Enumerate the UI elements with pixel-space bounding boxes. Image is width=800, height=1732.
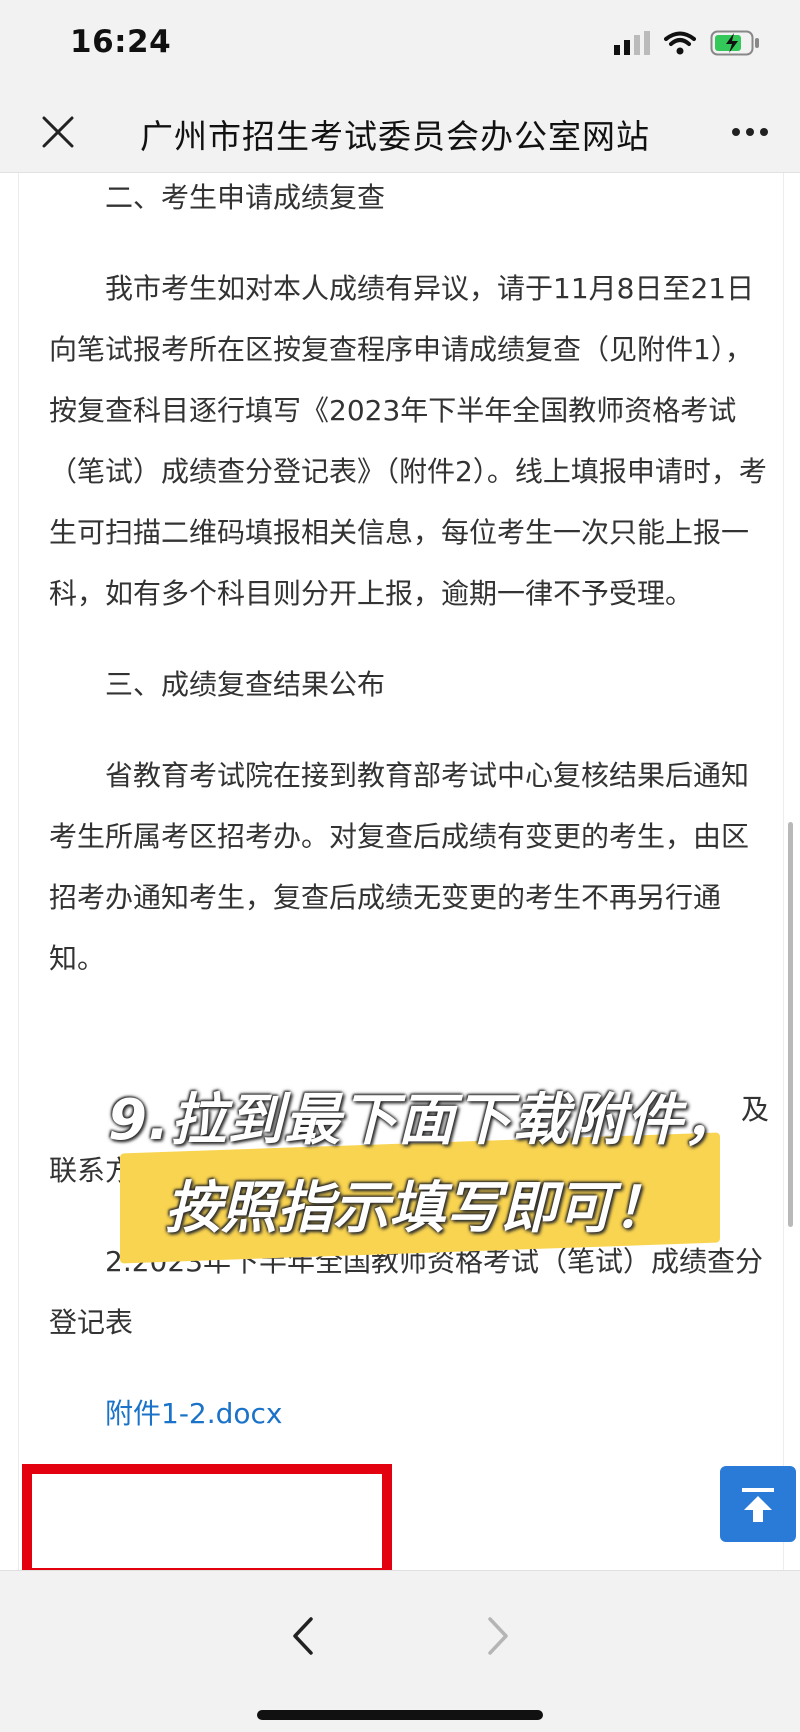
more-button[interactable] xyxy=(728,114,772,150)
section2-heading: 二、考生申请成绩复查 xyxy=(105,181,386,214)
attachment-link-row: 附件1-2.docx xyxy=(49,1383,769,1444)
chevron-right-icon xyxy=(488,1617,508,1655)
section3-heading: 三、成绩复查结果公布 xyxy=(105,668,386,701)
overlay-caption-line2: 按照指示填写即可！ xyxy=(165,1176,669,1241)
status-bar: 16:24 xyxy=(0,0,800,92)
close-button[interactable] xyxy=(36,110,80,154)
back-to-top-button[interactable] xyxy=(720,1466,796,1542)
arrow-up-to-line-icon xyxy=(742,1488,774,1522)
article-content: 二、考生申请成绩复查 我市考生如对本人成绩有异议，请于11月8日至21日向笔试报… xyxy=(18,173,784,1570)
status-time: 16:24 xyxy=(70,24,172,60)
attachment-docx-link[interactable]: 附件1-2.docx xyxy=(105,1397,283,1430)
attachment1-tail: 及 xyxy=(740,1093,769,1126)
close-icon xyxy=(42,116,74,148)
battery-charging-icon xyxy=(710,30,759,56)
chevron-left-icon xyxy=(293,1617,313,1655)
section2-body: 我市考生如对本人成绩有异议，请于11月8日至21日向笔试报考所在区按复查程序申请… xyxy=(49,272,767,610)
home-indicator xyxy=(257,1710,543,1720)
status-icons xyxy=(614,28,760,58)
back-button[interactable] xyxy=(283,1611,323,1661)
bottom-nav-bar xyxy=(0,1570,800,1732)
wifi-icon xyxy=(664,31,696,55)
overlay-caption-line1: 9.拉到最下面下载附件， xyxy=(108,1088,741,1153)
forward-button[interactable] xyxy=(478,1611,518,1661)
section3-body: 省教育考试院在接到教育部考试中心复核结果后通知考生所属考区招考办。对复查后成绩有… xyxy=(49,759,750,975)
more-icon xyxy=(732,128,768,136)
title-bar: 广州市招生考试委员会办公室网站 xyxy=(0,92,800,173)
signal-icon xyxy=(614,31,650,55)
scrollbar[interactable] xyxy=(788,822,793,1227)
page-title: 广州市招生考试委员会办公室网站 xyxy=(140,117,650,156)
highlight-box xyxy=(22,1464,392,1578)
